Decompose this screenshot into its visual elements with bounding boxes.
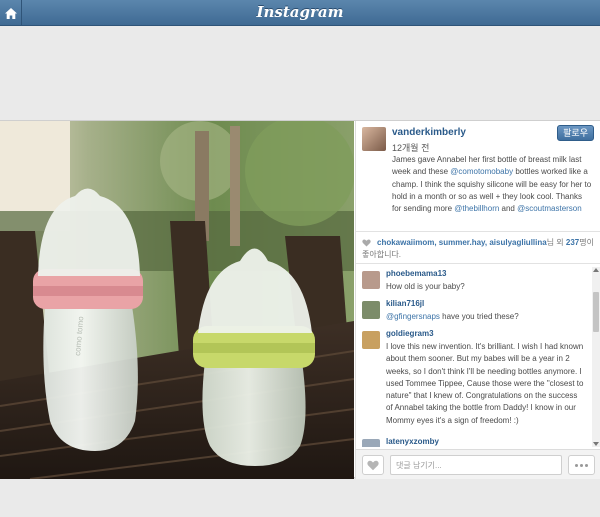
comment-text-rest: have you tried these? bbox=[439, 312, 519, 321]
commenter-username[interactable]: goldiegram3 bbox=[386, 329, 434, 338]
scroll-down-arrow-icon[interactable] bbox=[593, 442, 599, 446]
mention-link[interactable]: @thebillhorn bbox=[454, 204, 499, 213]
app-logo[interactable]: Instagram bbox=[0, 3, 600, 21]
heart-icon bbox=[367, 460, 379, 470]
more-options-button[interactable] bbox=[568, 455, 595, 475]
commenter-username[interactable]: phoebemama13 bbox=[386, 269, 446, 278]
more-dots-icon bbox=[580, 463, 583, 467]
commenter-avatar[interactable] bbox=[362, 331, 380, 349]
comment-text: How old is your baby? bbox=[386, 282, 465, 291]
more-dots-icon bbox=[575, 463, 578, 467]
top-bar: Instagram bbox=[0, 0, 600, 26]
commenter-avatar[interactable] bbox=[362, 271, 380, 289]
caption-text: and bbox=[499, 204, 518, 214]
author-username[interactable]: vanderkimberly bbox=[392, 127, 466, 138]
post-photo: como tomo bbox=[0, 121, 354, 479]
likes-summary: chokawaiimom, summer.hay, aisulyagliulli… bbox=[362, 237, 596, 261]
mention-link[interactable]: @comotomobaby bbox=[450, 167, 513, 176]
scroll-thumb[interactable] bbox=[593, 292, 599, 332]
post-caption: James gave Annabel her first bottle of b… bbox=[392, 154, 592, 215]
more-dots-icon bbox=[585, 463, 588, 467]
heart-icon bbox=[362, 239, 371, 247]
liker-names[interactable]: chokawaiimom, summer.hay, aisulyagliulli… bbox=[377, 238, 547, 247]
commenter-avatar[interactable] bbox=[362, 301, 380, 319]
author-avatar[interactable] bbox=[362, 127, 386, 151]
divider bbox=[356, 263, 600, 264]
post-modal: como tomo vanderkimberly 12개월 전 팔로우 Jame… bbox=[0, 120, 600, 479]
divider bbox=[356, 231, 600, 232]
comment-text: I love this new invention. It's brillian… bbox=[386, 342, 584, 425]
comment-text: @gfingersnaps have you tried these? bbox=[386, 311, 586, 323]
commenter-username[interactable]: kilian716jl bbox=[386, 299, 424, 308]
likes-count[interactable]: 237 bbox=[566, 238, 579, 247]
scroll-up-arrow-icon[interactable] bbox=[593, 268, 599, 272]
mention-link[interactable]: @gfingersnaps bbox=[386, 312, 440, 321]
commenter-username[interactable]: latenyxzomby bbox=[386, 437, 439, 446]
comment-bar bbox=[356, 449, 600, 479]
comment-scrollbar[interactable] bbox=[592, 267, 600, 447]
follow-button[interactable]: 팔로우 bbox=[557, 125, 594, 141]
commenter-avatar[interactable] bbox=[362, 439, 380, 447]
mention-link[interactable]: @scoutmasterson bbox=[517, 204, 582, 213]
post-side-panel: vanderkimberly 12개월 전 팔로우 James gave Ann… bbox=[355, 121, 600, 479]
comment-list: phoebemama13 How old is your baby? kilia… bbox=[356, 267, 592, 447]
like-button[interactable] bbox=[362, 455, 384, 475]
likes-text-prefix: 님 외 bbox=[546, 238, 566, 247]
post-time: 12개월 전 bbox=[392, 143, 430, 153]
comment-input[interactable] bbox=[390, 455, 562, 475]
